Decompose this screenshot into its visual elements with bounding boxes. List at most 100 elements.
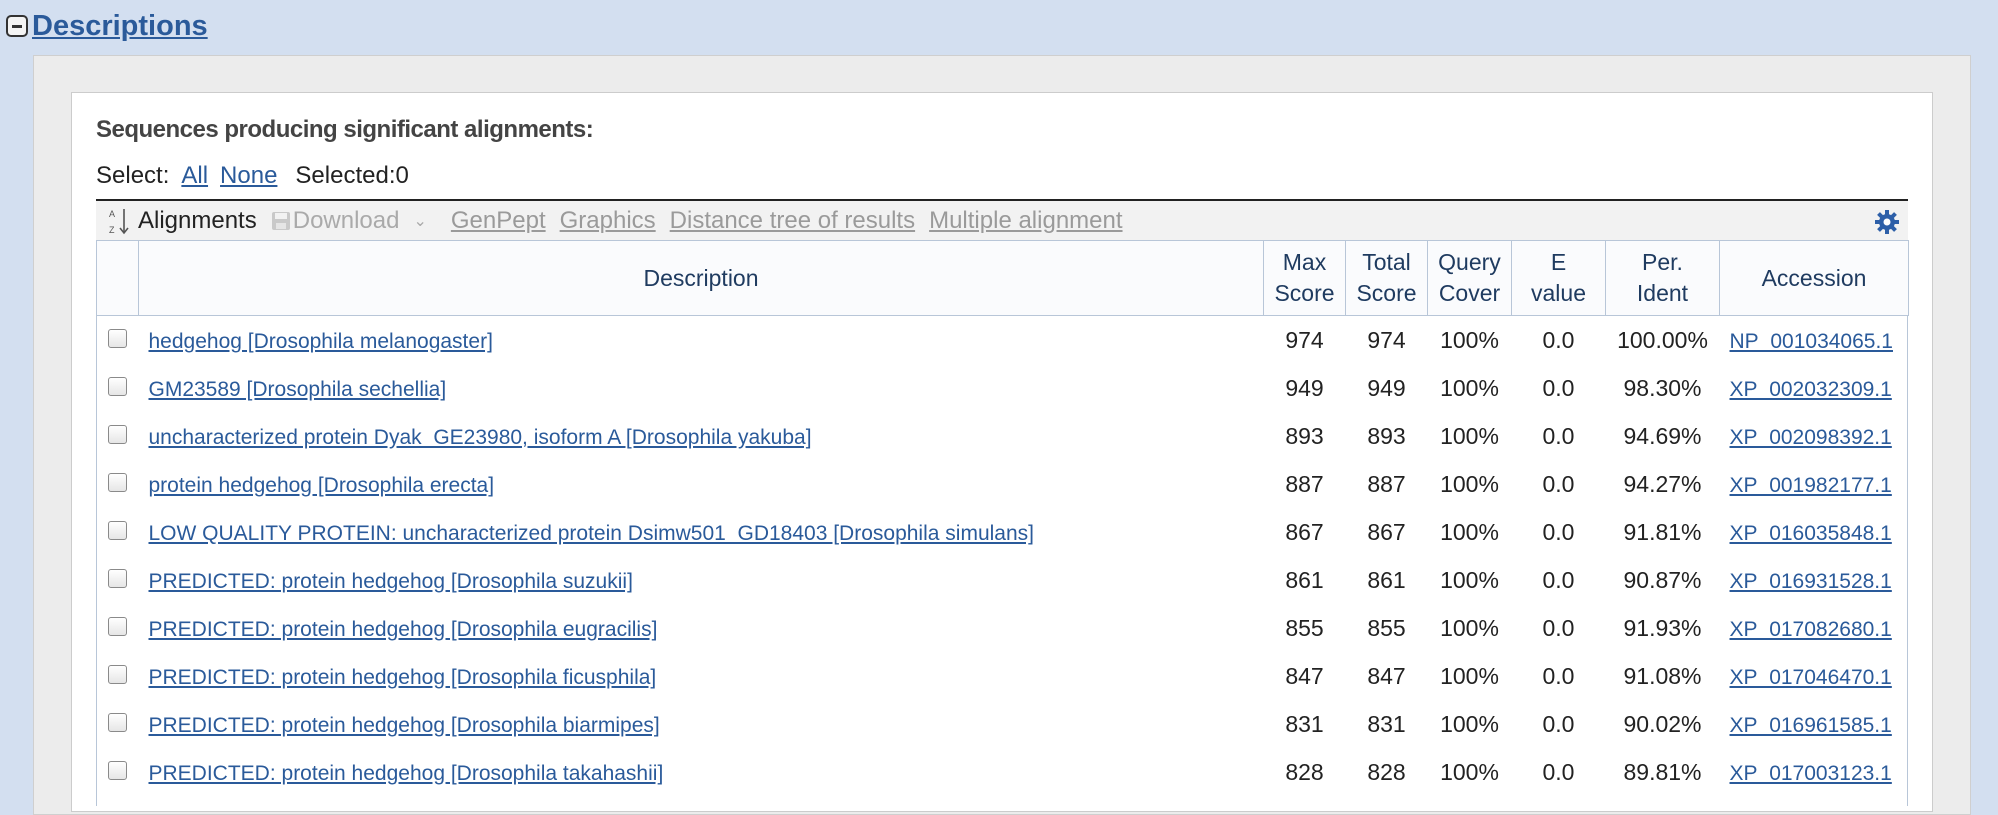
row-checkbox[interactable] [108, 376, 127, 396]
download-button[interactable]: Download ⌄ [271, 207, 437, 235]
query-cover-cell: 100% [1440, 326, 1499, 353]
select-all-link[interactable]: All [181, 162, 208, 190]
accession-link[interactable]: XP_002032309.1 [1730, 378, 1892, 401]
total-score-cell: 893 [1367, 422, 1406, 449]
max-score-cell: 893 [1285, 422, 1324, 449]
table-row: PREDICTED: protein hedgehog [Drosophila … [97, 604, 1909, 652]
per-ident-cell: 91.08% [1623, 662, 1702, 689]
description-link[interactable]: PREDICTED: protein hedgehog [Drosophila … [149, 762, 664, 785]
descriptions-title-link[interactable]: Descriptions [32, 10, 208, 43]
accession-link[interactable]: XP_016035848.1 [1730, 522, 1892, 545]
accession-link[interactable]: XP_002098392.1 [1730, 426, 1892, 449]
per-ident-cell: 100.00% [1617, 326, 1708, 353]
selected-count: Selected:0 [295, 162, 409, 189]
total-score-cell: 867 [1367, 518, 1406, 545]
per-ident-cell: 91.81% [1623, 518, 1702, 545]
query-cover-cell: 100% [1440, 518, 1499, 545]
graphics-link[interactable]: Graphics [560, 207, 656, 235]
accession-link[interactable]: XP_017003123.1 [1730, 762, 1892, 785]
row-checkbox[interactable] [108, 424, 127, 444]
header-total-score[interactable]: Total Score [1345, 240, 1428, 316]
description-link[interactable]: LOW QUALITY PROTEIN: uncharacterized pro… [149, 522, 1034, 545]
total-score-cell: 861 [1367, 566, 1406, 593]
query-cover-cell: 100% [1440, 758, 1499, 785]
row-checkbox[interactable] [108, 472, 127, 492]
total-score-cell: 828 [1367, 758, 1406, 785]
description-link[interactable]: uncharacterized protein Dyak_GE23980, is… [149, 426, 812, 449]
query-cover-cell: 100% [1440, 566, 1499, 593]
query-cover-cell: 100% [1440, 374, 1499, 401]
distance-tree-link[interactable]: Distance tree of results [670, 207, 915, 235]
description-link[interactable]: PREDICTED: protein hedgehog [Drosophila … [149, 570, 633, 593]
alignments-sort-button[interactable]: A Z Alignments [96, 207, 257, 235]
header-accession[interactable]: Accession [1719, 240, 1909, 316]
table-row: PREDICTED: protein hedgehog [Drosophila … [97, 556, 1909, 604]
header-query-cover[interactable]: Query Cover [1427, 240, 1512, 316]
query-cover-cell: 100% [1440, 422, 1499, 449]
row-checkbox[interactable] [108, 520, 127, 540]
row-checkbox[interactable] [108, 664, 127, 684]
select-none-link[interactable]: None [220, 162, 277, 190]
genpept-link[interactable]: GenPept [451, 207, 546, 235]
accession-link[interactable]: XP_017046470.1 [1730, 666, 1892, 689]
gear-icon[interactable] [1874, 209, 1900, 235]
select-label: Select: [96, 162, 170, 189]
max-score-cell: 847 [1285, 662, 1324, 689]
descriptions-header: Descriptions [6, 6, 208, 46]
e-value-cell: 0.0 [1542, 662, 1575, 689]
total-score-cell: 887 [1367, 470, 1406, 497]
collapse-minus-icon[interactable] [6, 15, 28, 37]
header-e-value[interactable]: E value [1511, 240, 1606, 316]
max-score-cell: 861 [1285, 566, 1324, 593]
max-score-cell: 828 [1285, 758, 1324, 785]
per-ident-cell: 90.87% [1623, 566, 1702, 593]
description-link[interactable]: protein hedgehog [Drosophila erecta] [149, 474, 495, 497]
table-row: PREDICTED: protein hedgehog [Drosophila … [97, 748, 1909, 796]
table-row: PREDICTED: protein hedgehog [Drosophila … [97, 700, 1909, 748]
row-checkbox[interactable] [108, 328, 127, 348]
header-total-score-line1: Total [1362, 249, 1411, 275]
header-per-ident-line2: Ident [1636, 280, 1689, 306]
table-row: PREDICTED: protein hedgehog [Drosophila … [97, 652, 1909, 700]
per-ident-cell: 89.81% [1623, 758, 1702, 785]
e-value-cell: 0.0 [1542, 374, 1575, 401]
row-checkbox[interactable] [108, 712, 127, 732]
row-checkbox[interactable] [108, 616, 127, 636]
accession-link[interactable]: XP_016961585.1 [1730, 714, 1892, 737]
header-per-ident[interactable]: Per. Ident [1605, 240, 1720, 316]
description-link[interactable]: GM23589 [Drosophila sechellia] [149, 378, 447, 401]
row-checkbox[interactable] [108, 568, 127, 588]
accession-link[interactable]: XP_001982177.1 [1730, 474, 1892, 497]
results-table: Description Max Score Total Score Query … [96, 240, 1909, 796]
multiple-alignment-link[interactable]: Multiple alignment [929, 207, 1122, 235]
accession-link[interactable]: NP_001034065.1 [1730, 330, 1893, 353]
alignments-label: Alignments [138, 206, 257, 234]
header-max-score[interactable]: Max Score [1263, 240, 1346, 316]
description-link[interactable]: hedgehog [Drosophila melanogaster] [149, 330, 493, 353]
total-score-cell: 974 [1367, 326, 1406, 353]
e-value-cell: 0.0 [1542, 470, 1575, 497]
header-description[interactable]: Description [138, 240, 1264, 316]
header-e-value-line2: value [1531, 280, 1586, 306]
description-link[interactable]: PREDICTED: protein hedgehog [Drosophila … [149, 666, 657, 689]
svg-text:A: A [109, 209, 115, 219]
table-header-row: Description Max Score Total Score Query … [96, 240, 1909, 316]
results-heading: Sequences producing significant alignmen… [96, 116, 594, 143]
accession-link[interactable]: XP_017082680.1 [1730, 618, 1892, 641]
row-checkbox[interactable] [108, 760, 127, 780]
per-ident-cell: 91.93% [1623, 614, 1702, 641]
per-ident-cell: 98.30% [1623, 374, 1702, 401]
description-link[interactable]: PREDICTED: protein hedgehog [Drosophila … [149, 714, 660, 737]
description-link[interactable]: PREDICTED: protein hedgehog [Drosophila … [149, 618, 658, 641]
total-score-cell: 831 [1367, 710, 1406, 737]
header-max-score-line1: Max [1282, 249, 1327, 275]
header-select [96, 240, 139, 316]
accession-link[interactable]: XP_016931528.1 [1730, 570, 1892, 593]
header-per-ident-line1: Per. [1642, 249, 1683, 275]
header-query-cover-line1: Query [1438, 249, 1501, 275]
header-e-value-line1: E [1550, 249, 1567, 275]
sort-icon: A Z [109, 208, 129, 235]
query-cover-cell: 100% [1440, 614, 1499, 641]
total-score-cell: 949 [1367, 374, 1406, 401]
query-cover-cell: 100% [1440, 662, 1499, 689]
